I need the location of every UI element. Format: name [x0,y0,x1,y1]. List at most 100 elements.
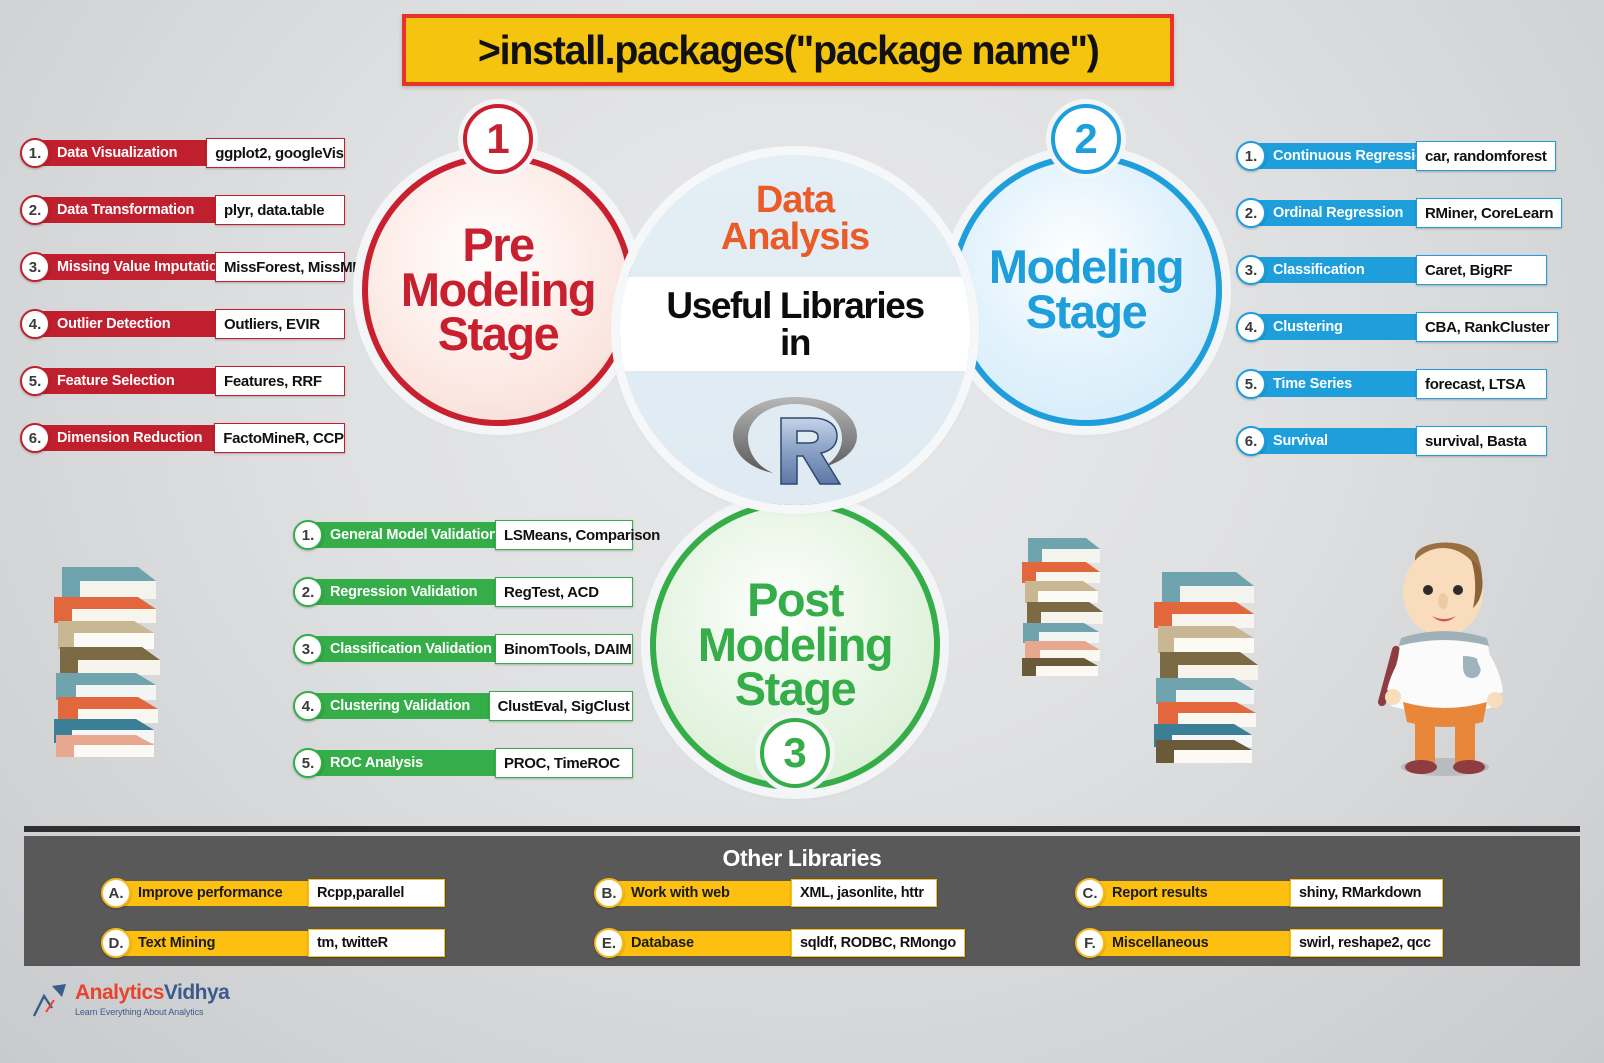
row-label: Dimension Reduction [37,425,215,451]
library-row[interactable]: 1. Continuous Regression car, randomforest [1236,141,1566,171]
row-label: Outlier Detection [37,311,215,337]
row-number: B. [594,878,624,908]
row-number: 3. [293,634,323,664]
row-number: 4. [1236,312,1266,342]
row-packages: swirl, reshape2, qcc [1290,929,1443,957]
center-subtitle-band: Useful Libraries in [620,277,970,371]
row-number: A. [101,878,131,908]
row-packages: Rcpp,parallel [308,879,445,907]
other-library-row[interactable]: F. Miscellaneous swirl, reshape2, qcc [1075,928,1443,958]
row-packages: survival, Basta [1416,426,1547,456]
stage-badge-2: 2 [1051,104,1121,174]
post-modeling-stage-label: Post Modeling Stage [697,573,894,716]
row-packages: XML, jasonlite, httr [791,879,937,907]
teacher-character-illustration [1345,530,1545,785]
install-command-banner: >install.packages("package name") [402,14,1174,86]
row-number: 4. [20,309,50,339]
library-row[interactable]: 5. Time Series forecast, LTSA [1236,369,1566,399]
library-row[interactable]: 4. Clustering Validation ClustEval, SigClu… [293,691,633,721]
row-number: C. [1075,878,1105,908]
library-row[interactable]: 4. Outlier Detection Outliers, EVIR [20,309,345,339]
library-row[interactable]: 5. Feature Selection Features, RRF [20,366,345,396]
brand-name-part2: Vidhya [163,981,230,1004]
other-library-row[interactable]: A. Improve performance Rcpp,parallel [101,878,445,908]
other-library-row[interactable]: D. Text Mining tm, twitteR [101,928,445,958]
row-number: 1. [1236,141,1266,171]
pre-modeling-stage-label: Pre Modeling Stage [400,218,597,361]
row-label: Miscellaneous [1092,930,1290,956]
row-label: Continuous Regression [1253,143,1433,169]
other-library-row[interactable]: E. Database sqldf, RODBC, RMongo [594,928,965,958]
row-label: Work with web [611,880,791,906]
row-number: 4. [293,691,323,721]
row-packages: RMiner, CoreLearn [1416,198,1563,228]
row-label: Regression Validation [310,579,495,605]
row-label: Database [611,930,791,956]
center-heading: Data Analysis [720,179,870,259]
library-row[interactable]: 6. Survival survival, Basta [1236,426,1566,456]
library-row[interactable]: 3. Missing Value Imputations MissForest, M… [20,252,374,282]
pre-modeling-stage-circle[interactable]: Pre Modeling Stage [362,154,634,426]
row-packages: plyr, data.table [215,195,345,225]
book-stack-illustration [40,545,190,765]
library-row[interactable]: 3. Classification Validation BinomTools, D… [293,634,633,664]
row-number: 6. [1236,426,1266,456]
row-number: 1. [20,138,50,168]
row-packages: ClustEval, SigClust [488,691,633,721]
row-packages: CBA, RankCluster [1416,312,1559,342]
row-number: 2. [293,577,323,607]
row-packages: forecast, LTSA [1416,369,1547,399]
row-number: 1. [293,520,323,550]
library-row[interactable]: 1. General Model Validation LSMeans, Compa… [293,520,660,550]
row-packages: PROC, TimeROC [495,748,633,778]
row-number: 3. [1236,255,1266,285]
center-subtitle-line1: Useful Libraries [666,285,925,326]
library-row[interactable]: 5. ROC Analysis PROC, TimeROC [293,748,633,778]
brand-name: AnalyticsVidhya [75,981,230,1004]
library-row[interactable]: 3. Classification Caret, BigRF [1236,255,1566,285]
row-packages: LSMeans, Comparison [495,520,660,550]
row-packages: RegTest, ACD [495,577,633,607]
brand-logo[interactable]: AnalyticsVidhya Learn Everything About A… [32,981,230,1023]
brand-name-part1: Analytics [75,981,164,1004]
row-number: D. [101,928,131,958]
pre-modeling-list: 1. Data Visualization ggplot2, googleVis 2.… [20,138,374,480]
center-title-circle: Data Analysis Useful Libraries in [620,155,970,505]
row-number: E. [594,928,624,958]
row-label: Survival [1253,428,1416,454]
other-libraries-title: Other Libraries [722,845,882,871]
modeling-stage-circle[interactable]: Modeling Stage [950,154,1222,426]
other-library-row[interactable]: B. Work with web XML, jasonlite, httr [594,878,937,908]
stage-badge-1: 1 [463,104,533,174]
center-subtitle-line2: in [779,322,811,363]
row-label: Feature Selection [37,368,215,394]
modeling-list: 1. Continuous Regression car, randomforest… [1236,141,1566,483]
library-row[interactable]: 4. Clustering CBA, RankCluster [1236,312,1566,342]
row-packages: car, randomforest [1416,141,1556,171]
row-label: Clustering Validation [310,693,489,719]
stage-badge-3: 3 [760,718,830,788]
book-stack-illustration [1142,560,1287,770]
library-row[interactable]: 2. Regression Validation RegTest, ACD [293,577,633,607]
library-row[interactable]: 2. Data Transformation plyr, data.table [20,195,345,225]
r-language-logo [727,387,863,500]
row-packages: Features, RRF [215,366,345,396]
row-number: 2. [20,195,50,225]
row-number: 5. [293,748,323,778]
row-label: Classification Validation [310,636,495,662]
row-packages: BinomTools, DAIM [495,634,633,664]
row-number: 2. [1236,198,1266,228]
row-label: ROC Analysis [310,750,495,776]
library-row[interactable]: 1. Data Visualization ggplot2, googleVis [20,138,345,168]
row-label: Report results [1092,880,1290,906]
other-library-row[interactable]: C. Report results shiny, RMarkdown [1075,878,1443,908]
row-label: Ordinal Regression [1253,200,1416,226]
row-label: General Model Validation [310,522,498,548]
brand-tagline: Learn Everything About Analytics [75,1007,204,1017]
row-label: Improve performance [118,880,308,906]
post-modeling-list: 1. General Model Validation LSMeans, Compa… [293,520,660,805]
library-row[interactable]: 6. Dimension Reduction FactoMineR, CCP [20,423,345,453]
modeling-stage-label: Modeling Stage [988,240,1185,338]
library-row[interactable]: 2. Ordinal Regression RMiner, CoreLearn [1236,198,1566,228]
install-command-text: >install.packages("package name") [477,26,1100,73]
